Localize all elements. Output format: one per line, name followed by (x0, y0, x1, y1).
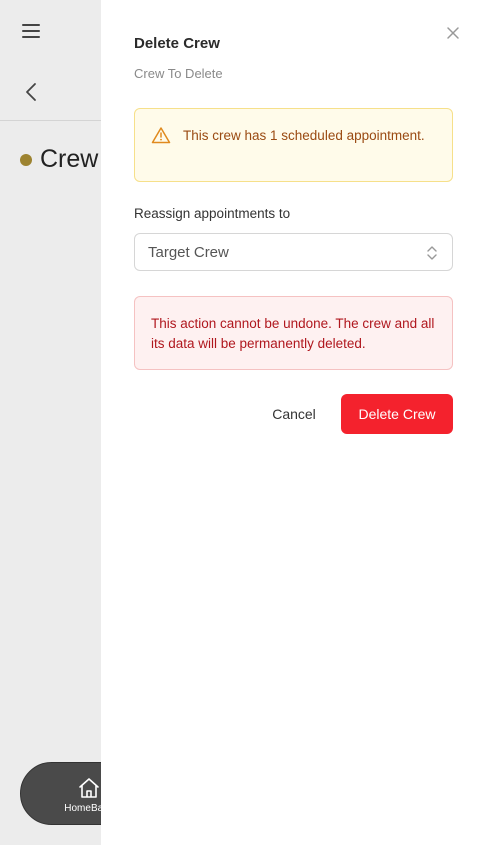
header-divider (0, 120, 110, 121)
warning-text: This crew has 1 scheduled appointment. (183, 128, 425, 143)
close-button[interactable] (446, 26, 460, 40)
warning-alert: This crew has 1 scheduled appointment. (134, 108, 453, 182)
hamburger-line (22, 30, 40, 32)
status-dot (20, 153, 32, 166)
home-icon (79, 778, 99, 798)
dialog-title: Delete Crew (134, 35, 220, 52)
danger-alert: This action cannot be undone. The crew a… (134, 296, 453, 370)
delete-crew-button[interactable]: Delete Crew (341, 394, 453, 434)
select-value: Target Crew (148, 244, 229, 261)
dialog-subtitle: Crew To Delete (134, 66, 223, 81)
close-icon (447, 27, 459, 39)
reassign-crew-select[interactable]: Target Crew (134, 233, 453, 271)
cancel-button[interactable]: Cancel (261, 395, 327, 433)
chevron-left-icon (26, 83, 36, 101)
chevron-up-down-icon (427, 246, 437, 260)
hamburger-menu-button[interactable] (22, 24, 42, 40)
hamburger-line (22, 36, 40, 38)
page-title: Crew (20, 145, 98, 174)
back-button[interactable] (22, 80, 42, 104)
hamburger-line (22, 24, 40, 26)
danger-text: This action cannot be undone. The crew a… (151, 316, 435, 351)
page-title-text: Crew (40, 145, 99, 173)
reassign-label: Reassign appointments to (134, 206, 291, 221)
delete-crew-dialog: Delete Crew Crew To Delete This crew has… (101, 0, 500, 845)
warning-triangle-icon (151, 127, 171, 144)
